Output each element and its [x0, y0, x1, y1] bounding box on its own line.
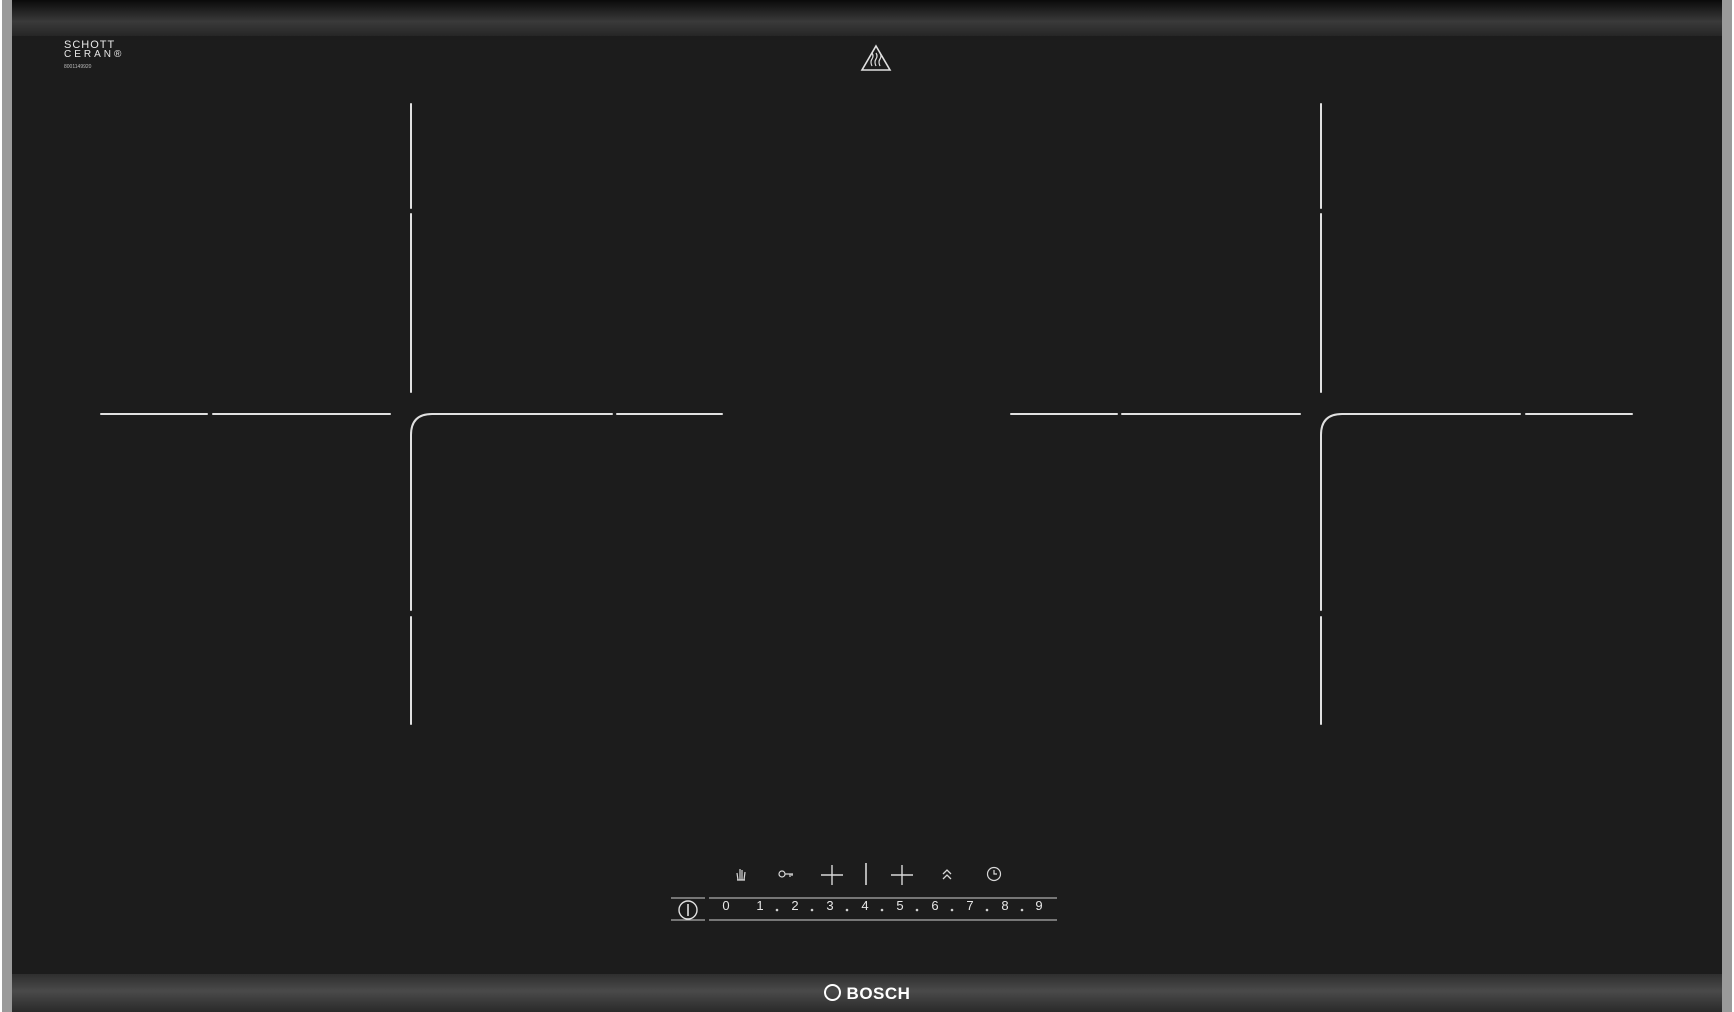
power-level-5[interactable]: 5: [887, 898, 913, 913]
power-icon[interactable]: [678, 900, 698, 920]
power-level-1[interactable]: 1: [747, 898, 773, 913]
power-level-6[interactable]: 6: [922, 898, 948, 913]
power-level-9[interactable]: 9: [1026, 898, 1052, 913]
power-level-7[interactable]: 7: [957, 898, 983, 913]
power-level-3[interactable]: 3: [817, 898, 843, 913]
power-level-0[interactable]: 0: [713, 898, 739, 913]
power-level-4[interactable]: 4: [852, 898, 878, 913]
power-level-2[interactable]: 2: [782, 898, 808, 913]
power-level-8[interactable]: 8: [992, 898, 1018, 913]
power-slider-rails: [671, 897, 1057, 921]
